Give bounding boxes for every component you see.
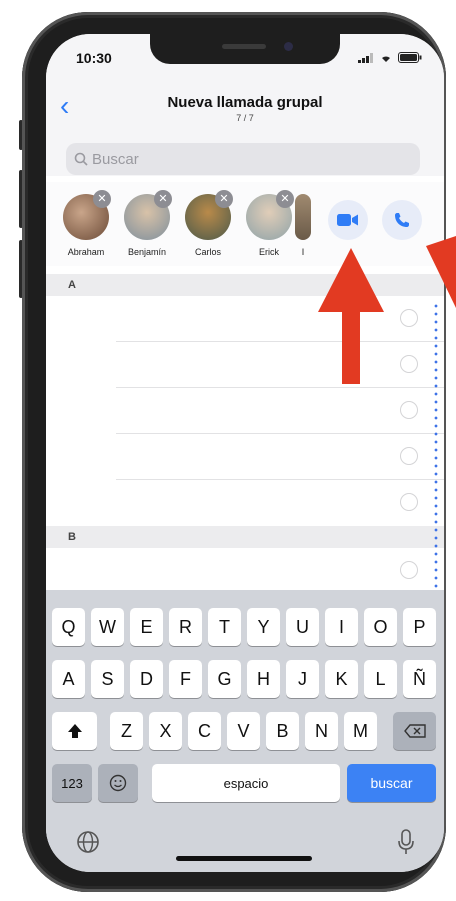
contact-name: Carlos (194, 247, 221, 257)
key-i[interactable]: I (325, 608, 358, 646)
space-key[interactable]: espacio (152, 764, 340, 802)
delete-key[interactable] (393, 712, 436, 750)
backspace-icon (403, 724, 426, 738)
key-h[interactable]: H (247, 660, 280, 698)
phone-screen: 10:30 ‹ Nueva llamada grupal 7 / 7 Busca… (46, 34, 444, 872)
list-item[interactable] (46, 342, 444, 388)
key-p[interactable]: P (403, 608, 436, 646)
remove-contact-icon[interactable]: ✕ (93, 190, 111, 208)
contact-name: Abraham (67, 247, 105, 257)
section-letter: B (68, 531, 76, 543)
selected-contact[interactable]: ✕ Erick (243, 190, 295, 257)
battery-icon (398, 52, 422, 63)
phone-icon (395, 213, 409, 227)
select-radio[interactable] (400, 561, 418, 579)
list-item[interactable] (46, 388, 444, 434)
emoji-icon (109, 774, 127, 792)
key-d[interactable]: D (130, 660, 163, 698)
remove-contact-icon[interactable]: ✕ (154, 190, 172, 208)
key-e[interactable]: E (130, 608, 163, 646)
key-z[interactable]: Z (110, 712, 143, 750)
avatar: ✕ (246, 190, 294, 240)
list-item[interactable] (46, 434, 444, 480)
key-k[interactable]: K (325, 660, 358, 698)
key-s[interactable]: S (91, 660, 124, 698)
selected-contacts-row: ✕ Abraham ✕ Benjamín ✕ Carlos ✕ Erick I (46, 182, 444, 266)
notch (150, 34, 340, 64)
video-call-button[interactable] (328, 200, 368, 240)
key-w[interactable]: W (91, 608, 124, 646)
section-header-b: B (46, 526, 444, 548)
microphone-icon[interactable] (396, 828, 416, 861)
globe-icon[interactable] (76, 830, 100, 859)
list-item[interactable] (46, 548, 444, 594)
key-u[interactable]: U (286, 608, 319, 646)
shift-key[interactable] (52, 712, 97, 750)
contact-name: Erick (259, 247, 279, 257)
section-header-a: A (46, 274, 444, 296)
red-arrow-up-annotation (318, 248, 384, 384)
home-indicator (176, 856, 312, 861)
selected-contact[interactable]: I (292, 194, 314, 257)
key-c[interactable]: C (188, 712, 221, 750)
status-icons (358, 52, 422, 63)
selected-contact[interactable]: ✕ Abraham (60, 190, 112, 257)
keyboard: Q W E R T Y U I O P A S D F G H J K L Ñ … (46, 590, 444, 872)
alphabet-index-scrollbar[interactable] (433, 302, 439, 602)
key-n-tilde[interactable]: Ñ (403, 660, 436, 698)
front-camera (284, 42, 293, 51)
key-b[interactable]: B (266, 712, 299, 750)
red-arrow-diagonal-annotation (426, 236, 456, 308)
key-f[interactable]: F (169, 660, 202, 698)
key-m[interactable]: M (344, 712, 377, 750)
search-input[interactable]: Buscar (66, 143, 420, 175)
status-time: 10:30 (76, 50, 112, 66)
key-a[interactable]: A (52, 660, 85, 698)
key-y[interactable]: Y (247, 608, 280, 646)
key-v[interactable]: V (227, 712, 260, 750)
key-l[interactable]: L (364, 660, 397, 698)
numbers-key[interactable]: 123 (52, 764, 92, 802)
search-key[interactable]: buscar (347, 764, 436, 802)
avatar: ✕ (63, 190, 111, 240)
avatar: ✕ (185, 190, 233, 240)
list-item[interactable] (46, 296, 444, 342)
signal-icon (358, 52, 373, 63)
section-letter: A (68, 279, 76, 291)
avatar: ✕ (124, 190, 172, 240)
key-g[interactable]: G (208, 660, 241, 698)
page-title: Nueva llamada grupal (167, 94, 323, 111)
remove-contact-icon[interactable]: ✕ (215, 190, 233, 208)
select-radio[interactable] (400, 493, 418, 511)
audio-call-button[interactable] (382, 200, 422, 240)
selected-contact[interactable]: ✕ Carlos (182, 190, 234, 257)
key-q[interactable]: Q (52, 608, 85, 646)
contact-name: Benjamín (127, 247, 167, 257)
wifi-icon (382, 55, 390, 62)
key-x[interactable]: X (149, 712, 182, 750)
selection-count: 7 / 7 (236, 113, 254, 123)
avatar (295, 194, 311, 240)
shift-arrow-icon (67, 724, 82, 738)
search-icon (74, 152, 88, 166)
video-camera-icon (337, 214, 358, 226)
key-j[interactable]: J (286, 660, 319, 698)
select-radio[interactable] (400, 401, 418, 419)
contact-name: I (301, 247, 305, 257)
nav-header: ‹ Nueva llamada grupal 7 / 7 Buscar (46, 84, 444, 176)
select-radio[interactable] (400, 447, 418, 465)
speaker (222, 44, 266, 49)
emoji-key[interactable] (98, 764, 138, 802)
search-placeholder: Buscar (92, 150, 139, 168)
list-item[interactable] (46, 480, 444, 526)
key-t[interactable]: T (208, 608, 241, 646)
key-o[interactable]: O (364, 608, 397, 646)
key-r[interactable]: R (169, 608, 202, 646)
selected-contact[interactable]: ✕ Benjamín (121, 190, 173, 257)
select-radio[interactable] (400, 355, 418, 373)
key-n[interactable]: N (305, 712, 338, 750)
select-radio[interactable] (400, 309, 418, 327)
